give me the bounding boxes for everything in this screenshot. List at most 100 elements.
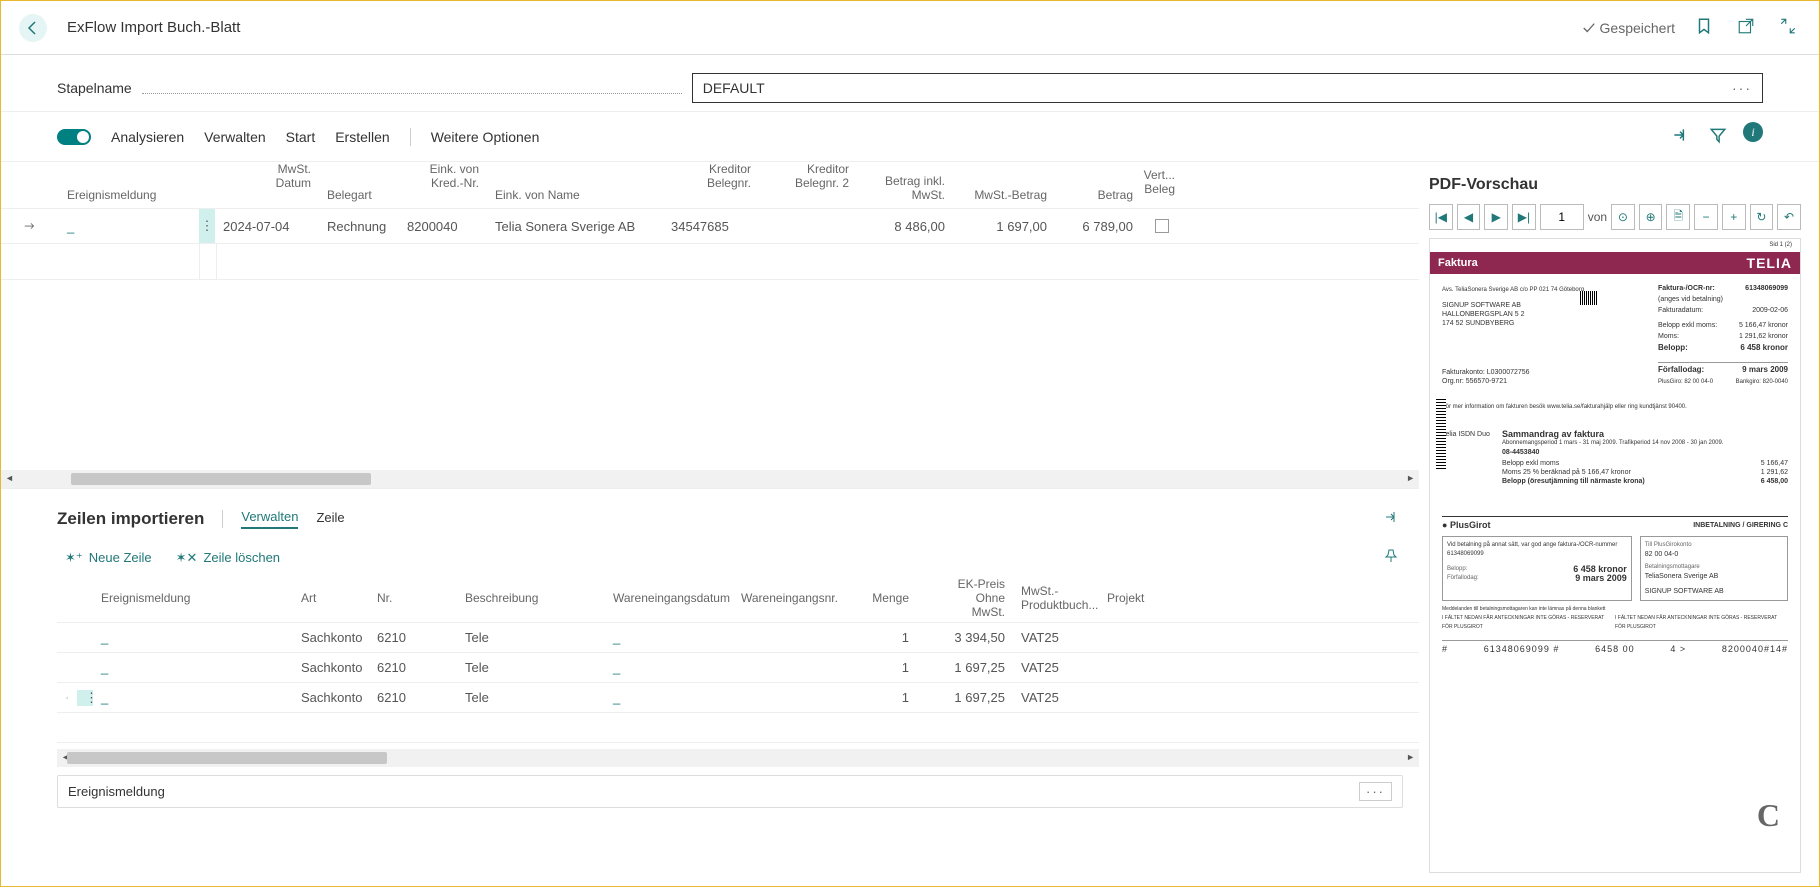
col-belegart[interactable]: Belegart: [319, 162, 399, 208]
cell-mwst-betrag[interactable]: 1 697,00: [953, 209, 1055, 243]
analyze-toggle[interactable]: [57, 129, 91, 145]
line-mwst-prod[interactable]: VAT25: [1013, 660, 1099, 675]
pdf-zoom-fit-icon[interactable]: ⊕: [1639, 204, 1663, 230]
pin-icon[interactable]: [1379, 544, 1403, 571]
pdf-last-icon[interactable]: ▶|: [1512, 204, 1536, 230]
new-line-button[interactable]: ✶⁺Neue Zeile: [65, 544, 152, 571]
col-ereignismeldung[interactable]: Ereignismeldung: [59, 162, 199, 208]
info-icon[interactable]: i: [1743, 122, 1763, 142]
batch-name-input[interactable]: DEFAULT ···: [692, 73, 1763, 103]
pdf-page-input[interactable]: [1540, 204, 1584, 230]
line-nr[interactable]: 6210: [369, 630, 457, 645]
line-beschreibung[interactable]: Tele: [457, 630, 605, 645]
tab-zeile[interactable]: Zeile: [316, 510, 344, 528]
line-selector[interactable]: [57, 692, 77, 704]
toolbar-more-options[interactable]: Weitere Optionen: [431, 129, 540, 145]
pdf-zoom-reset-icon[interactable]: ⊙: [1611, 204, 1635, 230]
line-ekpreis[interactable]: 3 394,50: [917, 630, 1013, 645]
col-eink-name[interactable]: Eink. von Name: [487, 162, 663, 208]
cell-betrag-inkl[interactable]: 8 486,00: [857, 209, 953, 243]
cell-ereignis[interactable]: _: [67, 219, 74, 234]
col-mwst-betrag[interactable]: MwSt.-Betrag: [953, 162, 1055, 208]
line-beschreibung[interactable]: Tele: [457, 660, 605, 675]
col2-projekt[interactable]: Projekt: [1099, 591, 1151, 611]
line-row[interactable]: _ Sachkonto 6210 Tele _ 1 3 394,50 VAT25: [57, 623, 1419, 653]
popout-icon[interactable]: [1733, 13, 1759, 42]
line-ekpreis[interactable]: 1 697,25: [917, 660, 1013, 675]
pdf-refresh-icon[interactable]: ↻: [1750, 204, 1774, 230]
cell-kred-beleg[interactable]: 34547685: [663, 209, 759, 243]
col2-wareneingangsnr[interactable]: Wareneingangsnr.: [733, 591, 839, 611]
tab-verwalten[interactable]: Verwalten: [241, 509, 298, 529]
line-menge[interactable]: 1: [839, 690, 917, 705]
line-wareneingangsdatum[interactable]: _: [613, 690, 620, 705]
ereignismeldung-footer[interactable]: Ereignismeldung ···: [57, 775, 1403, 808]
line-ereignis[interactable]: _: [101, 660, 108, 675]
cell-eink-nr[interactable]: 8200040: [399, 209, 487, 243]
pdf-prev-icon[interactable]: ◀: [1457, 204, 1481, 230]
collapse-icon[interactable]: [1775, 13, 1801, 42]
grid1-scrollbar[interactable]: ◄►: [1, 470, 1419, 488]
toolbar-create[interactable]: Erstellen: [335, 129, 389, 145]
line-art[interactable]: Sachkonto: [293, 690, 369, 705]
col2-ereignis[interactable]: Ereignismeldung: [93, 591, 293, 611]
col2-art[interactable]: Art: [293, 591, 369, 611]
line-wareneingangsdatum[interactable]: _: [613, 660, 620, 675]
col2-mwst-prod[interactable]: MwSt.-Produktbuch...: [1013, 584, 1099, 618]
share-icon[interactable]: [1667, 122, 1693, 151]
bookmark-icon[interactable]: [1691, 13, 1717, 42]
cell-kred-beleg2[interactable]: [759, 209, 857, 243]
col-kred-beleg2[interactable]: KreditorBelegnr. 2: [759, 162, 857, 208]
line-ekpreis[interactable]: 1 697,25: [917, 690, 1013, 705]
col-betrag[interactable]: Betrag: [1055, 162, 1141, 208]
line-art[interactable]: Sachkonto: [293, 630, 369, 645]
share-section-icon[interactable]: [1379, 505, 1403, 532]
col-vert-beleg[interactable]: Vert...Beleg: [1141, 162, 1183, 208]
line-row[interactable]: _ Sachkonto 6210 Tele _ 1 1 697,25 VAT25: [57, 653, 1419, 683]
line-menge[interactable]: 1: [839, 630, 917, 645]
pdf-zoom-in-icon[interactable]: +: [1722, 204, 1746, 230]
col2-beschreibung[interactable]: Beschreibung: [457, 591, 605, 611]
col-eink-kred[interactable]: Eink. vonKred.-Nr.: [399, 162, 487, 208]
line-row[interactable]: ⋮ _ Sachkonto 6210 Tele _ 1 1 697,25 VAT…: [57, 683, 1419, 713]
col-kred-beleg[interactable]: KreditorBelegnr.: [663, 162, 759, 208]
pdf-doc-icon[interactable]: 🗎: [1666, 204, 1690, 230]
col2-menge[interactable]: Menge: [839, 591, 917, 611]
filter-icon[interactable]: [1705, 122, 1731, 151]
toolbar-start[interactable]: Start: [286, 129, 316, 145]
footer-more-icon[interactable]: ···: [1359, 782, 1392, 801]
line-art[interactable]: Sachkonto: [293, 660, 369, 675]
cell-date[interactable]: 2024-07-04: [215, 209, 319, 243]
grid-row[interactable]: _ ⋮ 2024-07-04 Rechnung 8200040 Telia So…: [1, 208, 1419, 244]
line-menge[interactable]: 1: [839, 660, 917, 675]
toolbar-analyze[interactable]: Analysieren: [111, 129, 184, 145]
line-wareneingangsdatum[interactable]: _: [613, 630, 620, 645]
line-nr[interactable]: 6210: [369, 660, 457, 675]
line-menu-icon[interactable]: ⋮: [77, 690, 93, 706]
cell-belegart[interactable]: Rechnung: [319, 209, 399, 243]
cell-eink-name[interactable]: Telia Sonera Sverige AB: [487, 209, 663, 243]
grid2-scrollbar[interactable]: ◄►: [57, 749, 1419, 767]
row-menu-icon[interactable]: ⋮: [199, 209, 215, 243]
pdf-next-icon[interactable]: ▶: [1484, 204, 1508, 230]
back-button[interactable]: [19, 14, 47, 42]
pdf-document[interactable]: Sid 1 (2) Faktura TELIA Faktura-/OCR-nr:…: [1429, 238, 1801, 873]
cell-betrag[interactable]: 6 789,00: [1055, 209, 1141, 243]
line-ereignis[interactable]: _: [101, 630, 108, 645]
pdf-zoom-out-icon[interactable]: −: [1694, 204, 1718, 230]
col2-wareneingangsdatum[interactable]: Wareneingangsdatum: [605, 591, 733, 611]
line-mwst-prod[interactable]: VAT25: [1013, 630, 1099, 645]
vert-checkbox[interactable]: [1155, 219, 1169, 233]
line-nr[interactable]: 6210: [369, 690, 457, 705]
col-betrag-inkl[interactable]: Betrag inkl.MwSt.: [857, 162, 953, 208]
col-mwst-datum[interactable]: MwSt.Datum: [215, 162, 319, 208]
line-beschreibung[interactable]: Tele: [457, 690, 605, 705]
pdf-first-icon[interactable]: |◀: [1429, 204, 1453, 230]
row-selector-icon[interactable]: [23, 219, 37, 233]
col2-nr[interactable]: Nr.: [369, 591, 457, 611]
delete-line-button[interactable]: ✶✕Zeile löschen: [176, 544, 280, 571]
toolbar-manage[interactable]: Verwalten: [204, 129, 265, 145]
batch-more-icon[interactable]: ···: [1732, 80, 1752, 96]
line-ereignis[interactable]: _: [101, 690, 108, 705]
pdf-undo-icon[interactable]: ↶: [1777, 204, 1801, 230]
